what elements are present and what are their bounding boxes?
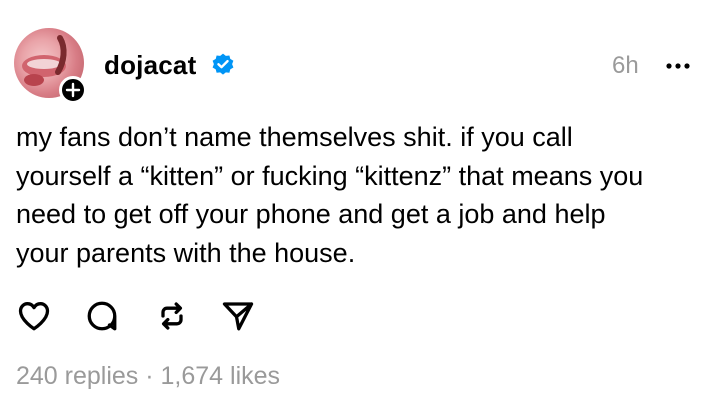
comment-icon [87, 301, 117, 331]
like-button[interactable] [16, 298, 56, 338]
thread-post: dojacat 6h my fans don’t name themselves… [0, 0, 720, 410]
share-button[interactable] [220, 298, 260, 338]
post-body-text: my fans don’t name themselves shit. if y… [16, 122, 644, 268]
repost-button[interactable] [154, 298, 194, 338]
repost-icon [161, 302, 183, 330]
follow-plus-button[interactable] [59, 76, 87, 104]
post-stats[interactable]: 240 replies · 1,674 likes [16, 360, 280, 392]
more-options-button[interactable] [663, 54, 693, 78]
plus-icon [65, 82, 81, 98]
more-horizontal-icon [666, 63, 690, 69]
send-icon [222, 302, 254, 331]
post-timestamp: 6h [612, 52, 639, 79]
author-avatar-container[interactable] [14, 28, 87, 104]
reply-button[interactable] [84, 298, 124, 338]
author-username[interactable]: dojacat [104, 50, 196, 80]
verified-badge-icon [212, 53, 234, 75]
heart-icon [18, 302, 50, 331]
